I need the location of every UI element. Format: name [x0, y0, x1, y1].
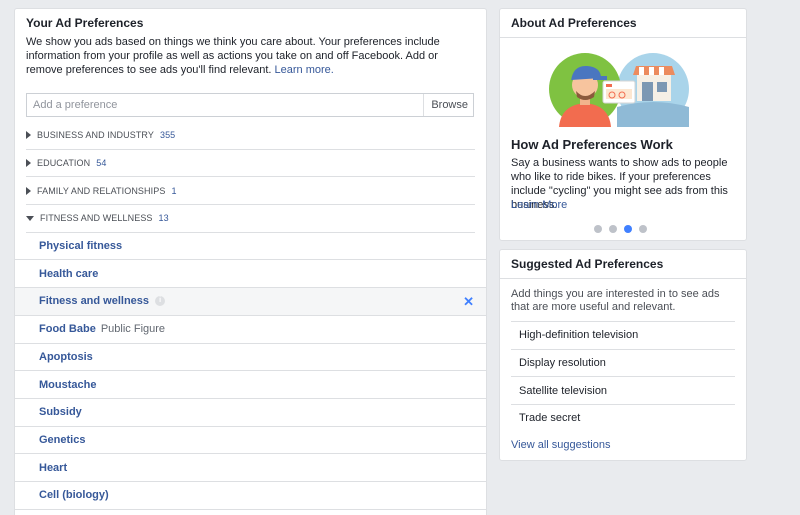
- preference-search: Browse: [26, 93, 474, 117]
- collapse-triangle-icon: [26, 215, 34, 221]
- remove-preference-icon[interactable]: ✕: [463, 294, 474, 310]
- category-fitness-and-wellness[interactable]: Fitness and wellness 13: [26, 205, 475, 233]
- preference-item[interactable]: Subsidy: [15, 399, 486, 427]
- carousel-dot[interactable]: [594, 225, 602, 233]
- panel-title: Suggested Ad Preferences: [500, 250, 746, 279]
- carousel-dot[interactable]: [639, 225, 647, 233]
- preference-item[interactable]: Apoptosis: [15, 344, 486, 372]
- expand-triangle-icon: [26, 131, 31, 140]
- category-label: Business and industry: [37, 130, 154, 141]
- about-ad-preferences-panel: About Ad Preferences How Ad Preferences …: [499, 8, 747, 241]
- category-label: Family and relationships: [37, 185, 166, 196]
- preference-item[interactable]: Genetics: [15, 427, 486, 455]
- carousel-dot[interactable]: [609, 225, 617, 233]
- suggestion-item[interactable]: High-definition television: [511, 321, 735, 349]
- category-family-and-relationships[interactable]: Family and relationships 1: [26, 177, 475, 206]
- carousel-dot-active[interactable]: [624, 225, 632, 233]
- category-count: 1: [171, 185, 177, 196]
- category-business-and-industry[interactable]: Business and industry 355: [26, 122, 475, 150]
- carousel-dots: [594, 225, 647, 233]
- learn-more-link[interactable]: Learn more.: [275, 64, 334, 76]
- preference-item-hovered[interactable]: Fitness and wellness i ✕: [15, 288, 486, 316]
- about-heading: How Ad Preferences Work: [511, 137, 673, 152]
- category-label: Fitness and wellness: [40, 213, 153, 224]
- preference-label: Genetics: [39, 433, 86, 446]
- category-label: Education: [37, 158, 91, 169]
- intro-text: We show you ads based on things we think…: [15, 35, 486, 93]
- category-count: 54: [96, 158, 107, 169]
- cyclist-and-shop-illustration: [549, 53, 689, 127]
- suggestion-item[interactable]: Satellite television: [511, 376, 735, 404]
- preference-label: Physical fitness: [39, 240, 123, 253]
- preference-label: Subsidy: [39, 406, 82, 419]
- view-all-suggestions-link[interactable]: View all suggestions: [511, 439, 610, 451]
- preference-label: Apoptosis: [39, 350, 93, 363]
- preference-label: Cell (biology): [39, 489, 109, 502]
- preference-label: Moustache: [39, 378, 97, 391]
- expand-triangle-icon: [26, 159, 31, 168]
- suggestion-item[interactable]: Display resolution: [511, 348, 735, 377]
- add-preference-input[interactable]: [27, 94, 427, 116]
- category-education[interactable]: Education 54: [26, 150, 475, 178]
- preference-item[interactable]: Moustache: [15, 371, 486, 399]
- category-count: 13: [158, 213, 169, 224]
- preference-item[interactable]: Health care: [15, 260, 486, 289]
- preference-label: Fitness and wellness: [39, 295, 150, 308]
- preference-item[interactable]: Physical fitness: [15, 233, 486, 261]
- preference-type: Public Figure: [100, 323, 166, 336]
- expand-triangle-icon: [26, 186, 31, 195]
- preference-item[interactable]: Cell (biology): [15, 482, 486, 510]
- suggestion-item[interactable]: Trade secret: [511, 404, 735, 432]
- learn-more-link[interactable]: Learn More: [511, 199, 567, 211]
- info-icon[interactable]: i: [155, 296, 166, 307]
- preference-label: Health care: [39, 267, 99, 280]
- browse-button[interactable]: Browse: [423, 94, 473, 116]
- view-all-suggestions-container: View all suggestions: [500, 432, 746, 458]
- suggestions-intro: Add things you are interested in to see …: [511, 288, 720, 313]
- intro-body: We show you ads based on things we think…: [26, 36, 440, 76]
- preference-label: Food Babe: [39, 323, 96, 336]
- suggested-ad-preferences-panel: Suggested Ad Preferences Add things you …: [499, 249, 747, 461]
- ad-preferences-panel: Your Ad Preferences We show you ads base…: [14, 8, 487, 515]
- category-count: 355: [159, 130, 176, 141]
- panel-title: Your Ad Preferences: [26, 16, 144, 30]
- category-list: Business and industry 355 Education 54 F…: [15, 122, 486, 510]
- preference-item[interactable]: Heart: [15, 454, 486, 482]
- panel-title: About Ad Preferences: [500, 9, 746, 38]
- preference-item[interactable]: Food Babe Public Figure: [15, 316, 486, 344]
- preference-label: Heart: [39, 461, 68, 474]
